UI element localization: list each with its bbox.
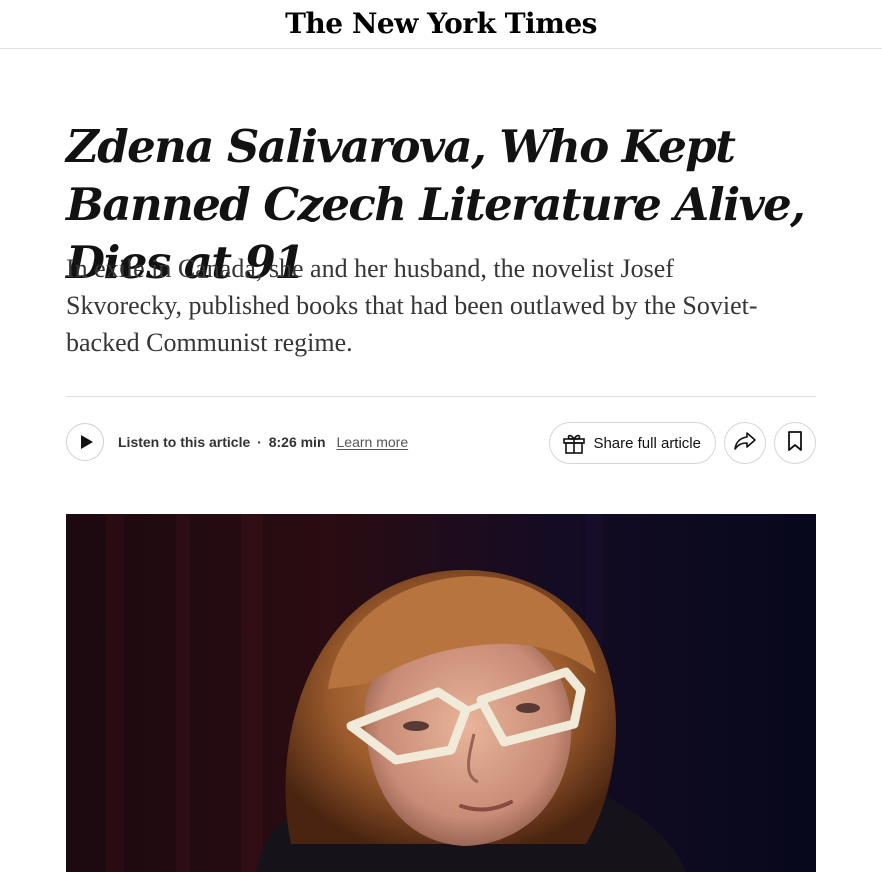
listen-separator: · [257, 434, 262, 450]
share-button[interactable] [724, 422, 766, 464]
share-full-article-button[interactable]: Share full article [549, 422, 716, 464]
share-full-article-label: Share full article [593, 434, 701, 452]
save-bookmark-button[interactable] [774, 422, 816, 464]
play-button[interactable] [66, 423, 104, 461]
article-lead-photo [66, 514, 816, 872]
audio-player: Listen to this article · 8:26 min Learn … [66, 422, 408, 462]
audio-duration: 8:26 min [268, 434, 326, 450]
divider [66, 396, 816, 397]
article-summary: In exile in Canada, she and her husband,… [66, 254, 758, 357]
play-icon [77, 434, 94, 450]
learn-more-link[interactable]: Learn more [337, 434, 409, 450]
bookmark-icon [787, 430, 803, 456]
gift-icon [562, 432, 586, 454]
listen-label: Listen to this article [118, 434, 251, 450]
nyt-logo[interactable]: The New York Times [285, 7, 597, 40]
article-actions: Share full article [549, 422, 816, 464]
share-arrow-icon [733, 431, 757, 456]
masthead: The New York Times [0, 0, 882, 49]
listen-label-group: Listen to this article · 8:26 min [118, 434, 326, 450]
